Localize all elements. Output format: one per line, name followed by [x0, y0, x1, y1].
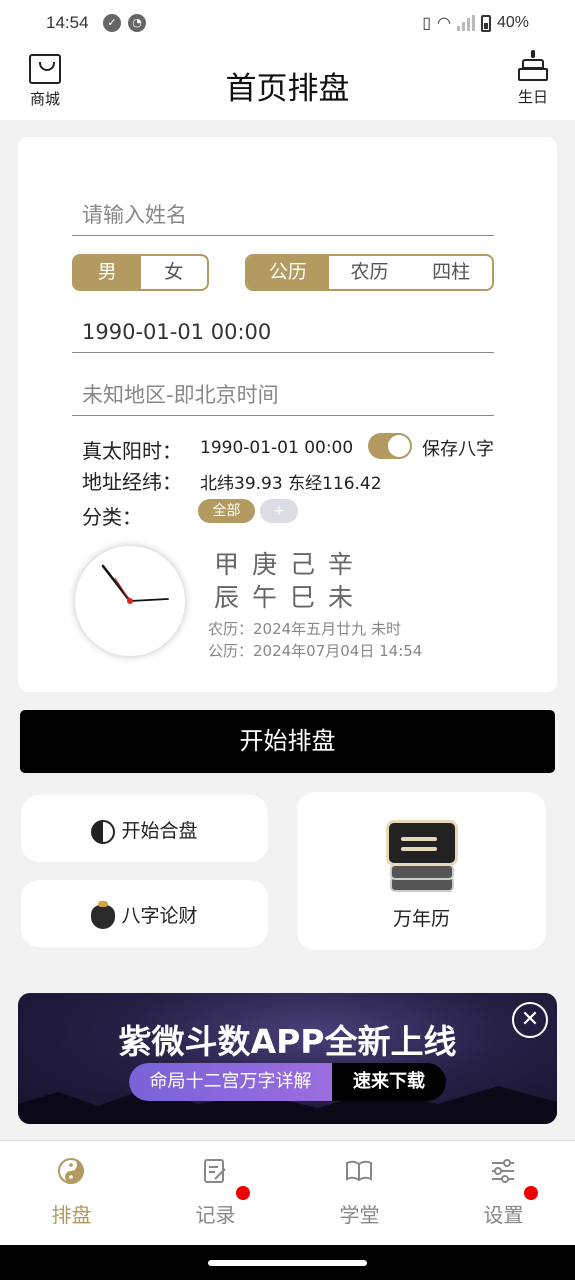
birthday-label: 生日	[517, 88, 548, 106]
start-chart-button[interactable]: 开始排盘	[20, 710, 555, 773]
battery-icon	[480, 14, 491, 32]
coords-value: 北纬39.93 东经116.42	[200, 474, 382, 494]
clock-icon	[75, 546, 185, 656]
hepan-label: 开始合盘	[121, 820, 198, 842]
datetime-field[interactable]: 1990-01-01 00:00	[72, 311, 494, 353]
wifi-icon: ◠	[437, 15, 451, 32]
records-badge	[236, 1186, 250, 1200]
nav-label-settings: 设置	[483, 1203, 524, 1227]
gender-selector: 男 女	[72, 254, 209, 291]
calendar-label: 万年历	[392, 908, 450, 930]
lunar-date-line: 农历：2024年五月廿九 未时	[208, 620, 401, 638]
save-bazi-label: 保存八字	[422, 439, 494, 460]
category-chip-all[interactable]: 全部	[198, 499, 255, 523]
perpetual-calendar-button[interactable]: 万年历	[297, 792, 546, 950]
location-field[interactable]: 未知地区-即北京时间	[72, 374, 494, 416]
banner-pill: 命局十二宫万字详解 速来下载	[129, 1063, 446, 1101]
check-icon: ✓	[103, 14, 121, 32]
status-bar: 14:54 ✓ ◔ ▯ ◠ 40%	[0, 0, 575, 46]
nav-item-records[interactable]: 记录	[144, 1141, 287, 1246]
yinyang-icon	[58, 1158, 84, 1184]
solar-time-value: 1990-01-01 00:00	[200, 438, 354, 458]
calendar-icon	[386, 820, 458, 892]
gender-option-male[interactable]: 男	[74, 256, 141, 289]
hepan-button[interactable]: 开始合盘	[21, 795, 268, 862]
bottom-nav: 排盘 记录 学堂 设置	[0, 1140, 575, 1245]
app-notification-icon: ◔	[128, 14, 146, 32]
solar-date-line: 公历：2024年07月04日 14:54	[208, 642, 423, 660]
banner-pill-description: 命局十二宫万字详解	[129, 1063, 332, 1101]
name-input[interactable]: 请输入姓名	[72, 194, 494, 236]
nav-label-paipan: 排盘	[51, 1203, 92, 1227]
lucai-label: 八字论财	[121, 905, 198, 927]
nav-item-paipan[interactable]: 排盘	[0, 1141, 143, 1246]
settings-badge	[524, 1186, 538, 1200]
book-icon	[346, 1160, 372, 1182]
money-bag-icon	[91, 900, 116, 929]
signal-icon	[456, 15, 475, 31]
page-title: 首页排盘	[225, 71, 350, 107]
calendar-option-lunar[interactable]: 农历	[329, 256, 411, 289]
calendar-type-selector: 公历 农历 四柱	[245, 254, 494, 291]
calendar-option-solar[interactable]: 公历	[247, 256, 329, 289]
battery-percent: 40%	[496, 14, 529, 31]
birthday-button[interactable]: 生日	[513, 50, 553, 107]
nav-label-school: 学堂	[339, 1203, 380, 1227]
sliders-icon	[492, 1159, 514, 1183]
yinyang-icon	[91, 819, 116, 844]
save-bazi-toggle[interactable]	[368, 433, 412, 459]
nav-item-settings[interactable]: 设置	[432, 1141, 575, 1246]
cake-icon	[518, 50, 548, 82]
category-add-button[interactable]: +	[260, 499, 298, 523]
bazi-branches: 辰午巳未	[214, 583, 367, 612]
nav-label-records: 记录	[195, 1203, 236, 1227]
birth-info-card: 请输入姓名 男 女 公历 农历 四柱 1990-01-01 00:00 未知地区…	[18, 137, 557, 692]
vibrate-icon: ▯	[422, 15, 431, 32]
notes-icon	[204, 1159, 226, 1183]
coords-label: 地址经纬：	[82, 470, 182, 494]
status-time: 14:54	[46, 13, 89, 32]
bazi-stems: 甲庚己辛	[214, 550, 367, 579]
promo-banner[interactable]: 紫微斗数APP全新上线 命局十二宫万字详解 速来下载 ✕	[18, 993, 557, 1124]
status-indicators: ▯ ◠ 40%	[422, 13, 529, 33]
gesture-area	[0, 1245, 575, 1280]
calendar-option-pillars[interactable]: 四柱	[410, 256, 492, 289]
lucai-button[interactable]: 八字论财	[21, 880, 268, 947]
banner-download-button[interactable]: 速来下载	[332, 1063, 446, 1101]
nav-item-school[interactable]: 学堂	[288, 1141, 431, 1246]
header: 商城 首页排盘 生日	[0, 46, 575, 120]
category-label: 分类：	[82, 505, 142, 529]
close-icon[interactable]: ✕	[512, 1002, 548, 1038]
solar-time-label: 真太阳时：	[82, 439, 182, 463]
home-gesture-bar[interactable]	[208, 1260, 367, 1266]
banner-title: 紫微斗数APP全新上线	[118, 1022, 457, 1061]
gender-option-female[interactable]: 女	[141, 256, 208, 289]
